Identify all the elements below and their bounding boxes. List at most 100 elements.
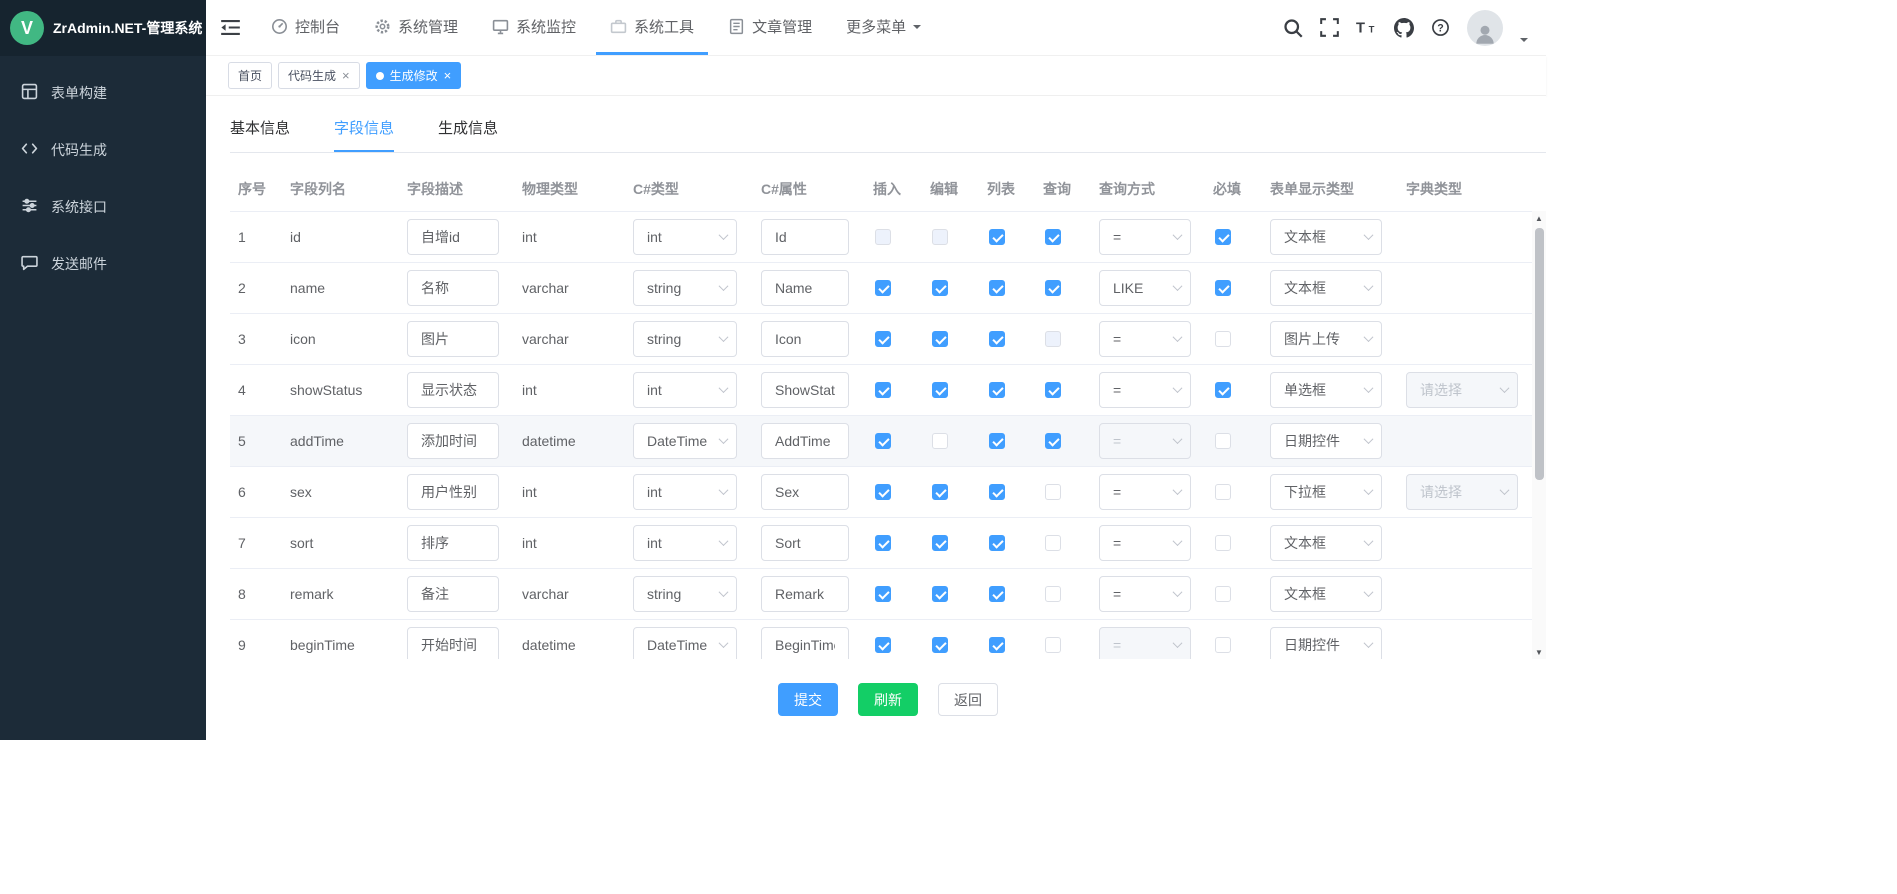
edit-checkbox[interactable] — [932, 382, 948, 398]
field-description-input[interactable] — [407, 219, 499, 255]
insert-checkbox[interactable] — [875, 637, 891, 653]
display-type-select[interactable]: 日期控件 — [1270, 423, 1382, 459]
cs-property-input[interactable] — [761, 627, 849, 660]
sidebar-item-form-build[interactable]: 表单构建 — [0, 64, 206, 121]
required-checkbox[interactable] — [1215, 331, 1231, 347]
insert-checkbox[interactable] — [875, 535, 891, 551]
search-icon[interactable] — [1283, 18, 1303, 38]
scroll-up-icon[interactable]: ▲ — [1532, 211, 1546, 225]
query-checkbox[interactable] — [1045, 433, 1061, 449]
cs-property-input[interactable] — [761, 576, 849, 612]
required-checkbox[interactable] — [1215, 433, 1231, 449]
list-checkbox[interactable] — [989, 484, 1005, 500]
cs-property-input[interactable] — [761, 270, 849, 306]
list-checkbox[interactable] — [989, 331, 1005, 347]
query-mode-select[interactable]: = — [1099, 525, 1191, 561]
query-checkbox[interactable] — [1045, 484, 1061, 500]
edit-checkbox[interactable] — [932, 433, 948, 449]
field-description-input[interactable] — [407, 474, 499, 510]
field-description-input[interactable] — [407, 372, 499, 408]
nav-item-system-manage[interactable]: 系统管理 — [360, 0, 472, 55]
tag-gen-edit[interactable]: 生成修改 × — [366, 62, 462, 89]
display-type-select[interactable]: 单选框 — [1270, 372, 1382, 408]
required-checkbox[interactable] — [1215, 637, 1231, 653]
field-description-input[interactable] — [407, 576, 499, 612]
cs-type-select[interactable]: string — [633, 270, 737, 306]
fullscreen-icon[interactable] — [1320, 18, 1339, 37]
cs-property-input[interactable] — [761, 525, 849, 561]
required-checkbox[interactable] — [1215, 382, 1231, 398]
tag-close-icon[interactable]: × — [444, 69, 452, 82]
insert-checkbox[interactable] — [875, 433, 891, 449]
query-mode-select[interactable]: = — [1099, 219, 1191, 255]
query-mode-select[interactable]: = — [1099, 321, 1191, 357]
tab-basic-info[interactable]: 基本信息 — [230, 114, 290, 152]
github-icon[interactable] — [1394, 18, 1414, 38]
query-checkbox[interactable] — [1045, 382, 1061, 398]
scroll-down-icon[interactable]: ▼ — [1532, 645, 1546, 659]
display-type-select[interactable]: 文本框 — [1270, 270, 1382, 306]
tag-code-gen[interactable]: 代码生成 × — [278, 62, 360, 89]
nav-item-system-tools[interactable]: 系统工具 — [596, 0, 708, 55]
insert-checkbox[interactable] — [875, 280, 891, 296]
sidebar-item-code-gen[interactable]: 代码生成 — [0, 121, 206, 178]
cs-type-select[interactable]: string — [633, 576, 737, 612]
cs-type-select[interactable]: DateTime — [633, 627, 737, 660]
query-checkbox[interactable] — [1045, 586, 1061, 602]
edit-checkbox[interactable] — [932, 586, 948, 602]
nav-item-article-manage[interactable]: 文章管理 — [714, 0, 826, 55]
required-checkbox[interactable] — [1215, 535, 1231, 551]
field-description-input[interactable] — [407, 423, 499, 459]
submit-button[interactable]: 提交 — [778, 683, 838, 716]
field-description-input[interactable] — [407, 321, 499, 357]
insert-checkbox[interactable] — [875, 586, 891, 602]
tag-close-icon[interactable]: × — [342, 69, 350, 82]
tab-gen-info[interactable]: 生成信息 — [438, 114, 498, 152]
query-mode-select[interactable]: = — [1099, 474, 1191, 510]
list-checkbox[interactable] — [989, 433, 1005, 449]
cs-type-select[interactable]: int — [633, 474, 737, 510]
insert-checkbox[interactable] — [875, 331, 891, 347]
tag-home[interactable]: 首页 — [228, 62, 272, 89]
sidebar-toggle-icon[interactable] — [220, 0, 241, 55]
edit-checkbox[interactable] — [932, 637, 948, 653]
required-checkbox[interactable] — [1215, 229, 1231, 245]
required-checkbox[interactable] — [1215, 484, 1231, 500]
list-checkbox[interactable] — [989, 382, 1005, 398]
user-avatar[interactable] — [1467, 10, 1503, 46]
edit-checkbox[interactable] — [932, 280, 948, 296]
tab-field-info[interactable]: 字段信息 — [334, 114, 394, 152]
cs-type-select[interactable]: string — [633, 321, 737, 357]
display-type-select[interactable]: 文本框 — [1270, 525, 1382, 561]
list-checkbox[interactable] — [989, 280, 1005, 296]
cs-property-input[interactable] — [761, 474, 849, 510]
vertical-scrollbar[interactable]: ▲ ▼ — [1532, 211, 1546, 659]
list-checkbox[interactable] — [989, 637, 1005, 653]
query-mode-select[interactable]: LIKE — [1099, 270, 1191, 306]
query-checkbox[interactable] — [1045, 280, 1061, 296]
required-checkbox[interactable] — [1215, 586, 1231, 602]
help-icon[interactable]: ? — [1431, 18, 1450, 37]
list-checkbox[interactable] — [989, 535, 1005, 551]
query-checkbox[interactable] — [1045, 637, 1061, 653]
cs-type-select[interactable]: int — [633, 372, 737, 408]
scrollbar-thumb[interactable] — [1535, 228, 1544, 480]
sidebar-item-system-api[interactable]: 系统接口 — [0, 178, 206, 235]
display-type-select[interactable]: 文本框 — [1270, 219, 1382, 255]
edit-checkbox[interactable] — [932, 484, 948, 500]
display-type-select[interactable]: 日期控件 — [1270, 627, 1382, 660]
query-checkbox[interactable] — [1045, 229, 1061, 245]
cs-property-input[interactable] — [761, 321, 849, 357]
insert-checkbox[interactable] — [875, 484, 891, 500]
display-type-select[interactable]: 图片上传 — [1270, 321, 1382, 357]
cs-type-select[interactable]: int — [633, 219, 737, 255]
edit-checkbox[interactable] — [932, 535, 948, 551]
query-checkbox[interactable] — [1045, 535, 1061, 551]
cs-property-input[interactable] — [761, 219, 849, 255]
display-type-select[interactable]: 文本框 — [1270, 576, 1382, 612]
font-size-icon[interactable]: TT — [1356, 19, 1377, 36]
display-type-select[interactable]: 下拉框 — [1270, 474, 1382, 510]
list-checkbox[interactable] — [989, 229, 1005, 245]
refresh-button[interactable]: 刷新 — [858, 683, 918, 716]
cs-property-input[interactable] — [761, 423, 849, 459]
